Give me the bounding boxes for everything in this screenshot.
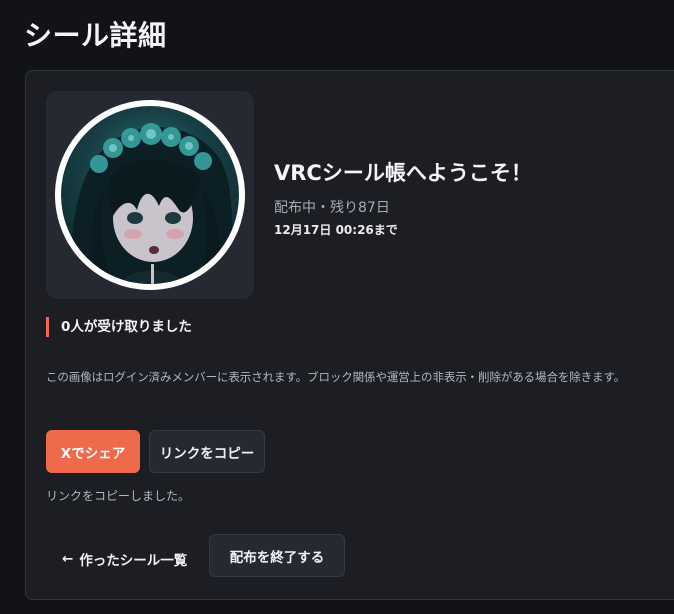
sticker-character-illustration [70, 123, 233, 284]
receiver-count: 0人が受け取りました [46, 317, 192, 337]
copy-confirmation-message: リンクをコピーしました。 [46, 489, 191, 503]
distribution-status: 配布中・残り87日 [274, 200, 390, 216]
back-to-my-stickers-link[interactable]: ← 作ったシール一覧 [62, 547, 187, 571]
page-title: シール詳細 [24, 19, 167, 52]
share-on-x-button[interactable]: Xでシェア [46, 430, 140, 473]
sticker-detail-card: VRCシール帳へようこそ！ 配布中・残り87日 12月17日 00:26まで 0… [25, 70, 674, 600]
copy-link-button[interactable]: リンクをコピー [149, 430, 265, 473]
sticker-image-frame [46, 91, 254, 299]
end-distribution-button[interactable]: 配布を終了する [209, 534, 345, 577]
arrow-left-icon: ← [62, 551, 74, 567]
sticker-image [61, 106, 239, 284]
visibility-notice: この画像はログイン済みメンバーに表示されます。ブロック関係や運営上の非表示・削除… [46, 370, 626, 384]
back-link-label: 作ったシール一覧 [79, 553, 188, 569]
sticker-image-ring [55, 100, 245, 290]
sticker-title: VRCシール帳へようこそ！ [274, 161, 532, 185]
distribution-deadline: 12月17日 00:26まで [274, 223, 398, 237]
